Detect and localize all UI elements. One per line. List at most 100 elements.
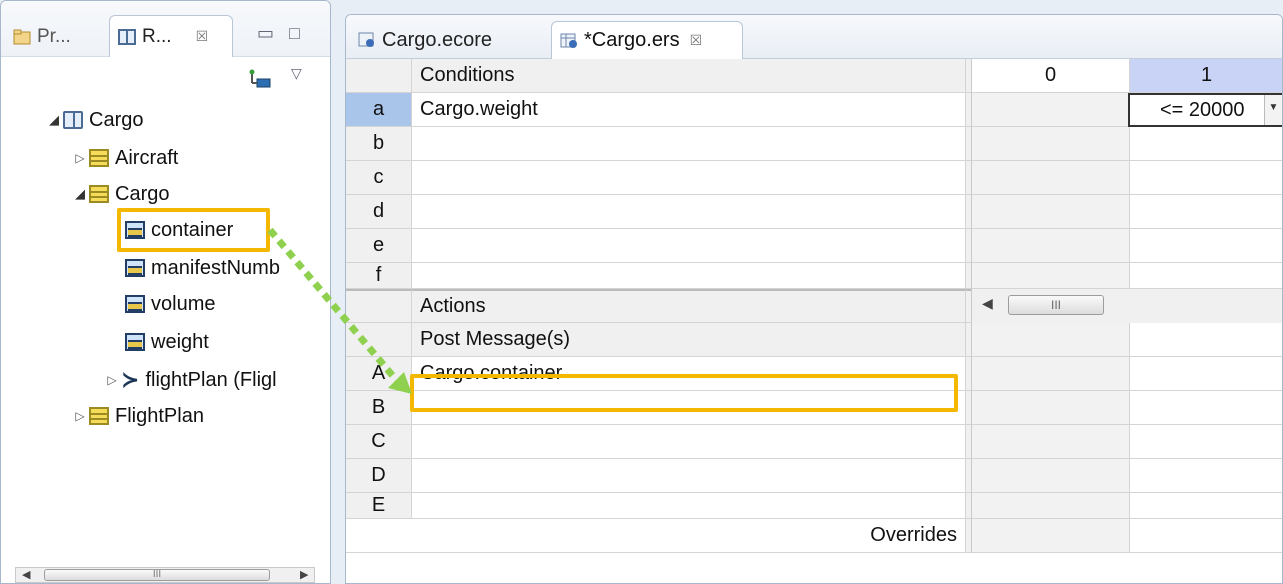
tab-cargo-ers[interactable]: *Cargo.ers ☒ (551, 21, 743, 59)
action-cell[interactable] (412, 459, 966, 493)
action-cell[interactable] (412, 493, 966, 519)
post-message-header: Post Message(s) (412, 323, 966, 357)
tab-label: R... (142, 25, 172, 47)
column-header-0[interactable]: 0 (972, 59, 1130, 93)
expand-icon[interactable]: ▷ (103, 373, 121, 387)
tree-item-cargo[interactable]: ◢ Cargo (71, 177, 169, 211)
override-cell[interactable] (972, 519, 1130, 553)
tree-item-volume[interactable]: volume (125, 287, 215, 321)
tab-label: Cargo.ecore (382, 28, 493, 51)
row-key[interactable]: B (346, 391, 412, 425)
table-row: f (346, 263, 1282, 289)
maximize-icon[interactable]: □ (289, 23, 300, 44)
row-key[interactable]: b (346, 127, 412, 161)
close-icon[interactable]: ☒ (690, 32, 703, 49)
book-icon (63, 111, 83, 129)
value-cell[interactable] (1130, 425, 1282, 459)
row-key[interactable]: f (346, 263, 412, 289)
scroll-thumb[interactable]: III (44, 569, 270, 581)
row-key[interactable]: a (346, 93, 412, 127)
tree-item-aircraft[interactable]: ▷ Aircraft (71, 141, 178, 175)
condition-cell[interactable] (412, 195, 966, 229)
override-cell[interactable] (1130, 519, 1282, 553)
tree-item-flightplan-reference[interactable]: ▷ ≻ flightPlan (Fligl (103, 363, 276, 397)
value-cell[interactable] (1130, 459, 1282, 493)
value-cell[interactable] (972, 459, 1130, 493)
value-cell[interactable] (1130, 229, 1282, 263)
column-header-1[interactable]: 1 (1130, 59, 1282, 93)
table-row: E (346, 493, 1282, 519)
class-icon (89, 407, 109, 425)
tree-item-flightplan[interactable]: ▷ FlightPlan (71, 399, 204, 433)
chevron-down-icon[interactable]: ▼ (1264, 95, 1282, 125)
value-cell[interactable] (972, 263, 1130, 289)
tree-item-weight[interactable]: weight (125, 325, 209, 359)
book-icon (118, 28, 136, 45)
editor-tab-bar: Cargo.ecore *Cargo.ers ☒ (346, 15, 1282, 59)
row-key[interactable]: D (346, 459, 412, 493)
value-cell[interactable] (972, 493, 1130, 519)
row-key[interactable]: C (346, 425, 412, 459)
close-icon[interactable]: ☒ (196, 28, 209, 45)
tree-item-label: FlightPlan (115, 404, 204, 427)
row-key[interactable]: d (346, 195, 412, 229)
expand-icon[interactable]: ▷ (71, 151, 89, 165)
tree-item-root-cargo[interactable]: ◢ Cargo (45, 103, 143, 137)
action-cell[interactable] (412, 425, 966, 459)
value-cell[interactable] (972, 323, 1130, 357)
post-message-header-row: Post Message(s) (346, 323, 1282, 357)
horizontal-scrollbar[interactable]: ◀ III (972, 289, 1282, 323)
value-cell[interactable] (972, 357, 1130, 391)
value-cell[interactable] (972, 195, 1130, 229)
expand-icon[interactable]: ▷ (71, 409, 89, 423)
condition-value-combo[interactable]: <= 20000 ▼ (1128, 93, 1282, 127)
value-cell[interactable] (972, 161, 1130, 195)
row-key[interactable]: E (346, 493, 412, 519)
value-cell[interactable] (972, 391, 1130, 425)
value-cell[interactable] (972, 229, 1130, 263)
value-cell[interactable] (1130, 263, 1282, 289)
minimize-icon[interactable]: ▭ (257, 23, 274, 44)
tree-item-label: Cargo (115, 182, 170, 205)
scroll-left-icon[interactable]: ◀ (22, 568, 30, 581)
conditions-header: Conditions (412, 59, 966, 93)
tab-project-explorer[interactable]: Pr... (13, 23, 71, 51)
value-cell[interactable] (972, 127, 1130, 161)
view-tab-bar: Pr... R... ☒ ▭ □ (1, 1, 330, 57)
value-cell[interactable] (1130, 127, 1282, 161)
value-cell[interactable] (1130, 357, 1282, 391)
condition-cell[interactable] (412, 263, 966, 289)
view-menu-icon[interactable]: ▽ (291, 65, 302, 82)
condition-cell[interactable] (412, 229, 966, 263)
table-row: b (346, 127, 1282, 161)
collapse-icon[interactable]: ◢ (71, 186, 89, 202)
scroll-left-icon[interactable]: ◀ (982, 295, 993, 312)
value-cell[interactable] (1130, 391, 1282, 425)
scroll-thumb[interactable]: III (1008, 295, 1104, 315)
class-icon (89, 149, 109, 167)
value-cell[interactable] (972, 425, 1130, 459)
actions-header: Actions (412, 289, 966, 323)
condition-cell[interactable] (412, 127, 966, 161)
scroll-right-icon[interactable]: ▶ (300, 568, 308, 581)
row-key[interactable]: c (346, 161, 412, 195)
row-key[interactable]: e (346, 229, 412, 263)
class-icon (89, 185, 109, 203)
tab-rule-vocabulary[interactable]: R... ☒ (109, 15, 233, 57)
tab-cargo-ecore[interactable]: Cargo.ecore (358, 21, 492, 59)
value-cell[interactable] (1130, 323, 1282, 357)
ruleset-file-icon (560, 33, 577, 48)
overrides-label: Overrides (346, 519, 966, 553)
collapse-icon[interactable]: ◢ (45, 112, 63, 128)
condition-cell[interactable]: Cargo.weight (412, 93, 966, 127)
table-row: c (346, 161, 1282, 195)
value-cell[interactable] (1130, 493, 1282, 519)
value-cell[interactable] (1130, 195, 1282, 229)
tree-item-manifestnumber[interactable]: manifestNumb (125, 251, 280, 285)
link-with-editor-icon[interactable] (249, 69, 271, 89)
row-key[interactable]: A (346, 357, 412, 391)
value-cell[interactable] (1130, 161, 1282, 195)
value-cell[interactable] (972, 93, 1130, 127)
condition-cell[interactable] (412, 161, 966, 195)
horizontal-scrollbar[interactable]: ◀ III ▶ (15, 567, 315, 583)
